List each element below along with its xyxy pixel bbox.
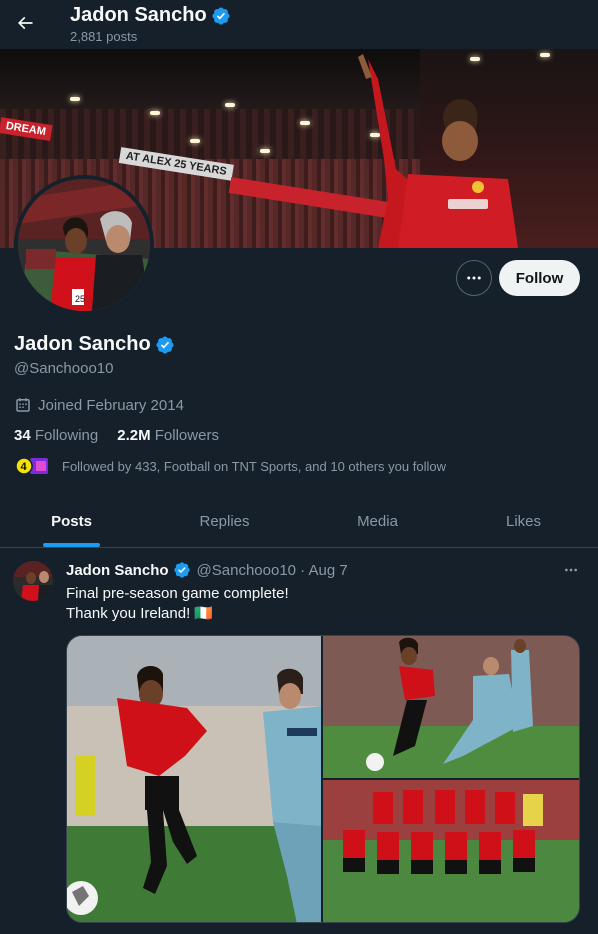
verified-badge-icon[interactable]: [155, 335, 175, 355]
profile-name: Jadon Sancho: [14, 333, 175, 356]
tab-replies-label: Replies: [199, 512, 250, 530]
stadium-light: [70, 97, 80, 101]
profile-display-name: Jadon Sancho: [14, 333, 151, 355]
followers-link[interactable]: 2.2M Followers: [117, 427, 219, 444]
followed-by[interactable]: 4 Followed by 433, Football on TNT Sport…: [14, 456, 446, 476]
stadium-light: [150, 111, 160, 115]
photo-tackle: [323, 636, 579, 778]
joined-text: Joined February 2014: [38, 396, 184, 414]
follower-avatars: 4: [14, 456, 54, 476]
tweet-photo-1[interactable]: [67, 636, 321, 922]
tab-likes-label: Likes: [505, 512, 542, 530]
tab-media[interactable]: Media: [306, 495, 449, 547]
tab-likes[interactable]: Likes: [449, 495, 598, 547]
stadium-light: [190, 139, 200, 143]
tab-replies[interactable]: Replies: [143, 495, 306, 547]
photo-match-action: [67, 636, 321, 922]
back-button[interactable]: [8, 6, 42, 40]
followed-by-text: Followed by 433, Football on TNT Sports,…: [62, 458, 446, 474]
tweet-text-line: Final pre-season game complete!: [66, 585, 289, 602]
tweet-text: Final pre-season game complete! Thank yo…: [66, 584, 289, 624]
more-options-button[interactable]: [456, 260, 492, 296]
post-count: 2,881 posts: [70, 29, 138, 44]
tweet[interactable]: Jadon Sancho @Sanchooo10 · Aug 7 Final p…: [0, 548, 598, 934]
followers-count: 2.2M: [117, 427, 151, 444]
tweet-text-line: Thank you Ireland! 🇮🇪: [66, 605, 214, 622]
tweet-media-grid: [66, 635, 580, 923]
tweet-photo-column: [323, 636, 579, 922]
svg-text:4: 4: [21, 461, 28, 473]
avatar-photo: 25: [18, 179, 150, 311]
more-dots-icon: [467, 276, 481, 280]
tweet-avatar-image: [13, 561, 53, 601]
follow-button[interactable]: Follow: [499, 260, 580, 296]
tab-posts-label: Posts: [51, 512, 92, 530]
arrow-left-icon: [17, 16, 33, 30]
tab-media-label: Media: [357, 512, 398, 530]
tab-posts[interactable]: Posts: [0, 495, 143, 547]
following-link[interactable]: 34 Following: [14, 427, 98, 444]
tweet-handle-time[interactable]: @Sanchooo10 · Aug 7: [197, 562, 348, 579]
tweet-photo-2[interactable]: [323, 636, 579, 778]
player-celebrating-image: [358, 54, 518, 248]
header-title: Jadon Sancho: [70, 4, 231, 27]
stadium-light: [225, 103, 235, 107]
tweet-author-name[interactable]: Jadon Sancho: [66, 562, 169, 579]
profile-tabs: Posts Replies Media Likes: [0, 495, 598, 548]
following-count: 34: [14, 427, 31, 444]
avatar-image: 25: [18, 179, 150, 311]
top-bar: Jadon Sancho 2,881 posts: [0, 0, 598, 49]
joined-date: Joined February 2014: [14, 396, 184, 414]
stadium-light: [540, 53, 550, 57]
calendar-icon: [16, 398, 30, 412]
tweet-header: Jadon Sancho @Sanchooo10 · Aug 7: [66, 561, 348, 579]
verified-badge-icon: [212, 6, 230, 25]
following-label: Following: [34, 427, 99, 444]
followers-label: Followers: [154, 427, 219, 444]
photo-team-lineup: [323, 780, 579, 922]
tweet-avatar[interactable]: [13, 561, 53, 601]
profile-handle: @Sanchooo10: [14, 360, 114, 377]
stadium-light: [260, 149, 270, 153]
follower-avatar-stack: 4: [15, 457, 48, 475]
active-tab-indicator: [43, 543, 100, 547]
tweet-more-button[interactable]: [560, 560, 582, 580]
svg-text:25: 25: [75, 294, 85, 304]
more-dots-icon: [565, 568, 577, 572]
follow-stats: 34 Following 2.2M Followers: [14, 427, 219, 444]
tweet-photo-3[interactable]: [323, 780, 579, 922]
profile-avatar[interactable]: 25: [14, 175, 154, 315]
header-name: Jadon Sancho: [70, 4, 207, 26]
verified-badge-icon: [173, 562, 190, 578]
stadium-light: [300, 121, 310, 125]
